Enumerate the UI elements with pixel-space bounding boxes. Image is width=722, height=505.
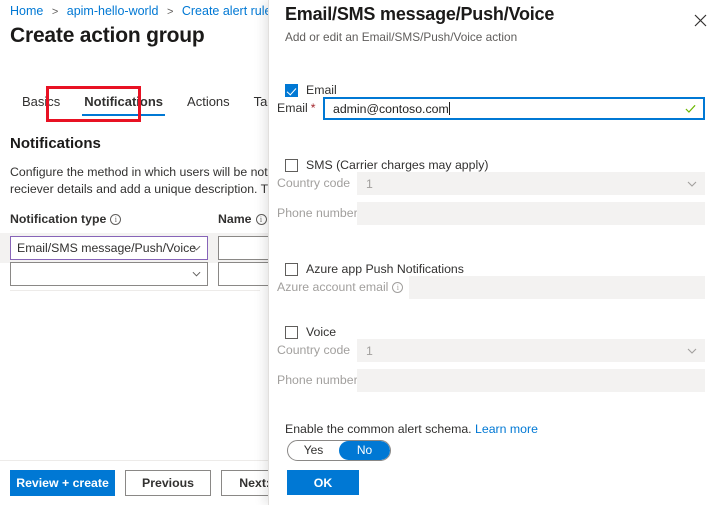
tab-tags[interactable]: Tags xyxy=(242,90,270,118)
chevron-down-icon xyxy=(192,270,201,279)
review-create-button[interactable]: Review + create xyxy=(10,470,115,496)
info-icon[interactable]: i xyxy=(392,282,403,293)
tab-strip: Basics Notifications Actions Tags Revie xyxy=(10,90,270,118)
breadcrumb-separator: > xyxy=(52,6,58,18)
common-alert-schema-text: Enable the common alert schema. xyxy=(285,422,472,436)
email-checkbox[interactable] xyxy=(285,84,298,97)
breadcrumb-item-create-alert-rule[interactable]: Create alert rule xyxy=(182,4,270,18)
common-alert-schema-label: Enable the common alert schema. Learn mo… xyxy=(285,422,538,436)
sms-checkbox-label: SMS (Carrier charges may apply) xyxy=(306,158,488,172)
create-action-group-blade: Home > apim-hello-world > Create alert r… xyxy=(0,0,270,505)
email-field-label: Email* xyxy=(277,101,316,115)
name-column-label: Namei xyxy=(218,212,267,226)
name-column-text: Name xyxy=(218,212,252,226)
breadcrumb-item-resource[interactable]: apim-hello-world xyxy=(67,4,159,18)
tab-notifications[interactable]: Notifications xyxy=(72,90,175,118)
close-icon-glyph xyxy=(694,14,707,27)
common-alert-schema-toggle[interactable]: Yes No xyxy=(287,440,391,461)
sms-phone-number-input xyxy=(357,202,705,225)
notifications-section-description: Configure the method in which users will… xyxy=(10,164,270,198)
notification-type-select-row1-value: Email/SMS message/Push/Voice xyxy=(17,241,196,255)
breadcrumb-separator: > xyxy=(167,6,173,18)
voice-phone-number-label: Phone number xyxy=(277,373,358,387)
name-input-row1[interactable] xyxy=(218,236,270,260)
toggle-option-yes[interactable]: Yes xyxy=(288,441,339,460)
ok-button[interactable]: OK xyxy=(287,470,359,495)
email-input[interactable]: admin@contoso.com xyxy=(323,97,705,120)
email-checkbox-label: Email xyxy=(306,83,337,97)
notification-type-select-row2[interactable] xyxy=(10,262,208,286)
previous-button[interactable]: Previous xyxy=(125,470,211,496)
close-icon[interactable] xyxy=(688,8,712,32)
info-icon[interactable]: i xyxy=(110,214,121,225)
blade-footer: Review + create Previous Next: Ac xyxy=(0,460,270,505)
voice-checkbox-label: Voice xyxy=(306,325,336,339)
check-icon xyxy=(685,103,696,114)
voice-country-code-value: 1 xyxy=(366,344,373,358)
voice-phone-number-input xyxy=(357,369,705,392)
breadcrumb: Home > apim-hello-world > Create alert r… xyxy=(10,4,270,18)
azure-account-email-label-text: Azure account email xyxy=(277,280,388,294)
tab-actions[interactable]: Actions xyxy=(175,90,242,118)
email-checkbox-row[interactable]: Email xyxy=(285,83,337,97)
voice-country-code-label: Country code xyxy=(277,343,350,357)
sms-country-code-select: 1 xyxy=(357,172,705,195)
email-field-label-text: Email xyxy=(277,101,308,115)
breadcrumb-item-home[interactable]: Home xyxy=(10,4,43,18)
name-input-row2[interactable] xyxy=(218,262,270,286)
toggle-option-no[interactable]: No xyxy=(339,441,390,460)
notification-type-select-row1[interactable]: Email/SMS message/Push/Voice xyxy=(10,236,208,260)
chevron-down-icon xyxy=(687,179,697,189)
email-input-value: admin@contoso.com xyxy=(333,102,449,116)
sms-country-code-value: 1 xyxy=(366,177,373,191)
sms-checkbox[interactable] xyxy=(285,159,298,172)
push-checkbox-row[interactable]: Azure app Push Notifications xyxy=(285,262,464,276)
notification-type-column-text: Notification type xyxy=(10,212,106,226)
page-title: Create action group xyxy=(10,24,205,48)
azure-account-email-input xyxy=(409,276,705,299)
grid-divider xyxy=(10,290,260,291)
sms-checkbox-row[interactable]: SMS (Carrier charges may apply) xyxy=(285,158,488,172)
notification-type-column-label: Notification type i xyxy=(10,212,121,226)
info-icon[interactable]: i xyxy=(256,214,267,225)
voice-checkbox-row[interactable]: Voice xyxy=(285,325,336,339)
voice-checkbox[interactable] xyxy=(285,326,298,339)
next-actions-button[interactable]: Next: Ac xyxy=(221,470,270,496)
chevron-down-icon xyxy=(687,346,697,356)
azure-portal-screen: Home > apim-hello-world > Create alert r… xyxy=(0,0,722,505)
learn-more-link[interactable]: Learn more xyxy=(475,422,538,436)
azure-account-email-label: Azure account email i xyxy=(277,280,403,294)
voice-country-code-select: 1 xyxy=(357,339,705,362)
email-sms-push-voice-context-pane: Email/SMS message/Push/Voice Add or edit… xyxy=(268,0,722,505)
context-pane-title: Email/SMS message/Push/Voice xyxy=(285,4,554,25)
azure-app-push-checkbox-label: Azure app Push Notifications xyxy=(306,262,464,276)
required-asterisk: * xyxy=(311,101,316,115)
sms-phone-number-label: Phone number xyxy=(277,206,358,220)
sms-country-code-label: Country code xyxy=(277,176,350,190)
azure-app-push-checkbox[interactable] xyxy=(285,263,298,276)
tab-basics[interactable]: Basics xyxy=(10,90,72,118)
notifications-section-heading: Notifications xyxy=(10,135,101,152)
context-pane-subtitle: Add or edit an Email/SMS/Push/Voice acti… xyxy=(285,30,517,44)
text-caret xyxy=(449,102,450,115)
